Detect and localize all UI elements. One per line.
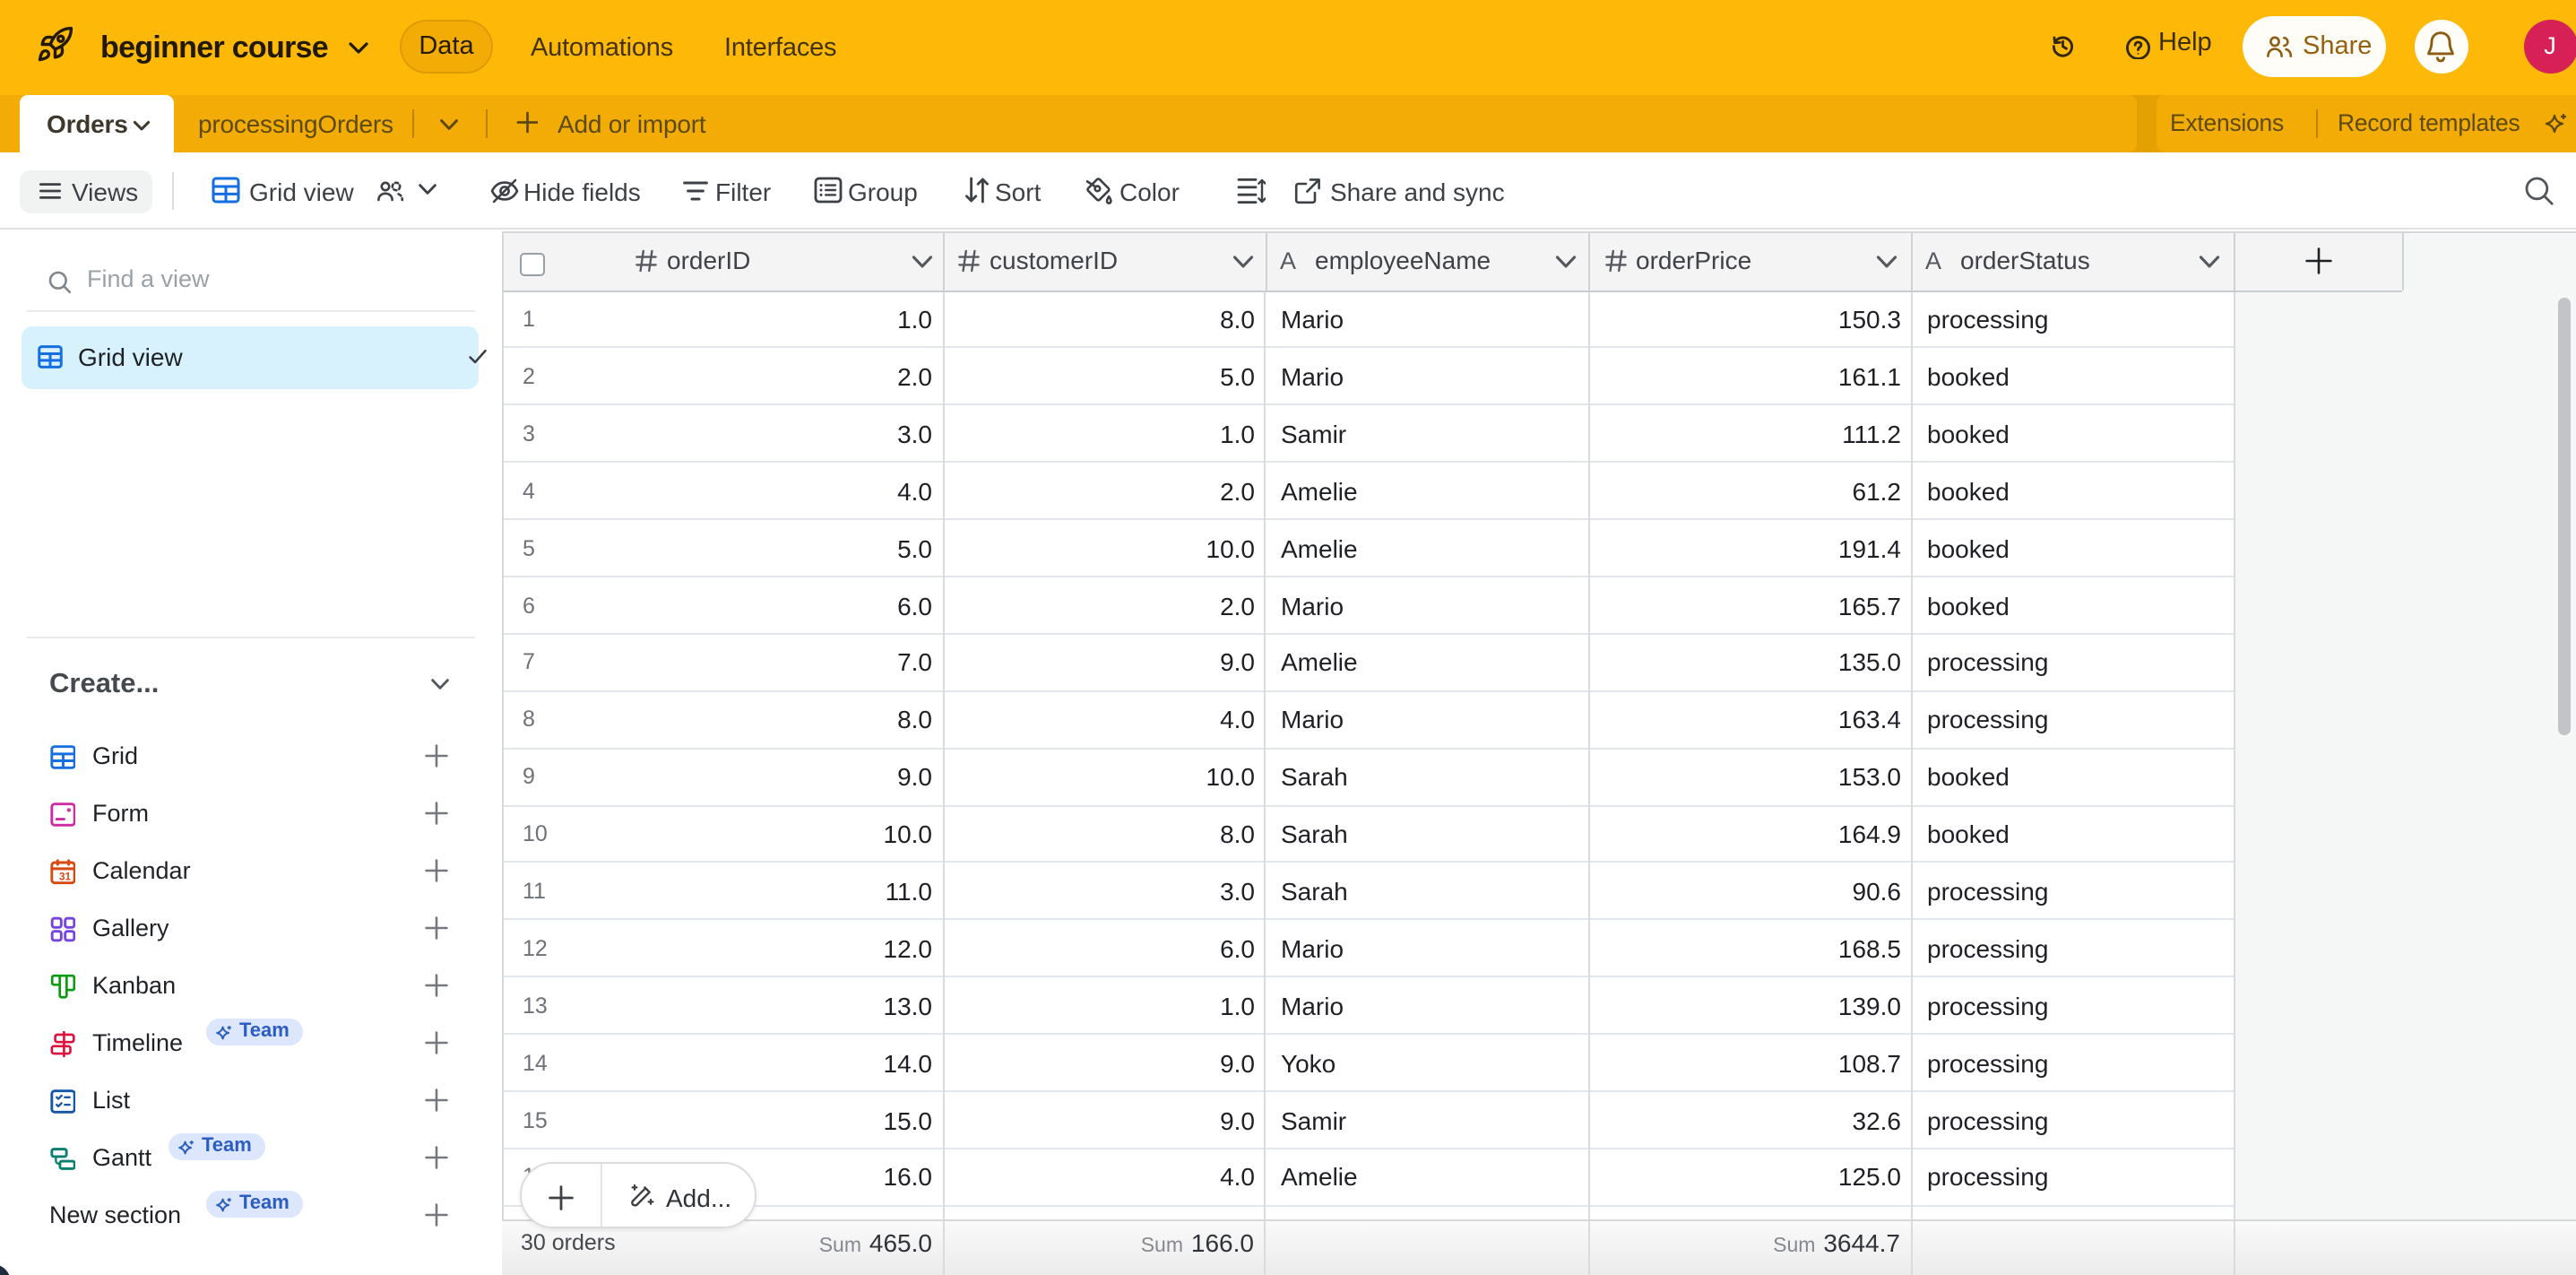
svg-text:31: 31	[58, 872, 71, 883]
